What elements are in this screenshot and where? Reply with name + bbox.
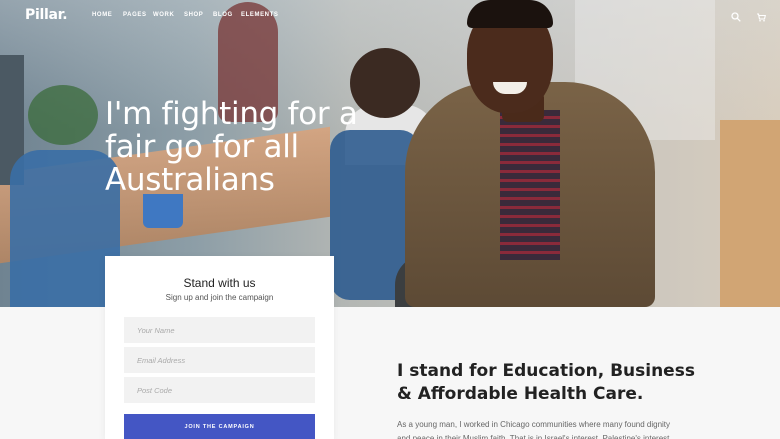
signup-title: Stand with us: [183, 276, 256, 290]
top-navigation: Pillar. HOME PAGES WORK SHOP BLOG ELEMEN…: [0, 0, 780, 34]
background-cup: [143, 194, 183, 228]
nav-item-shop[interactable]: SHOP: [184, 12, 213, 18]
nav-item-elements[interactable]: ELEMENTS: [241, 12, 278, 18]
site-logo[interactable]: Pillar.: [25, 7, 68, 23]
name-field[interactable]: [124, 317, 315, 343]
background-chair: [10, 150, 120, 307]
cart-icon[interactable]: [756, 12, 766, 22]
signup-card: Stand with us Sign up and join the campa…: [105, 256, 334, 439]
search-icon[interactable]: [731, 12, 741, 22]
nav-item-work[interactable]: WORK: [153, 12, 184, 18]
section-title: I stand for Education, Business & Afford…: [397, 361, 695, 404]
postcode-field[interactable]: [124, 377, 315, 403]
nav-item-blog[interactable]: BLOG: [213, 12, 241, 18]
background-plant: [28, 85, 98, 145]
nav-item-pages[interactable]: PAGES: [123, 12, 153, 18]
signup-subtitle: Sign up and join the campaign: [165, 293, 274, 302]
email-field[interactable]: [124, 347, 315, 373]
section-body: As a young man, I worked in Chicago comm…: [397, 420, 671, 439]
nav-menu: HOME PAGES WORK SHOP BLOG ELEMENTS: [92, 12, 278, 18]
hero-person-shirt: [500, 110, 560, 260]
background-cabinet: [720, 120, 780, 307]
nav-item-home[interactable]: HOME: [92, 12, 123, 18]
hero-headline: I'm fighting for a fair go for all Austr…: [105, 96, 358, 198]
join-campaign-button[interactable]: JOIN THE CAMPAIGN: [124, 414, 315, 439]
